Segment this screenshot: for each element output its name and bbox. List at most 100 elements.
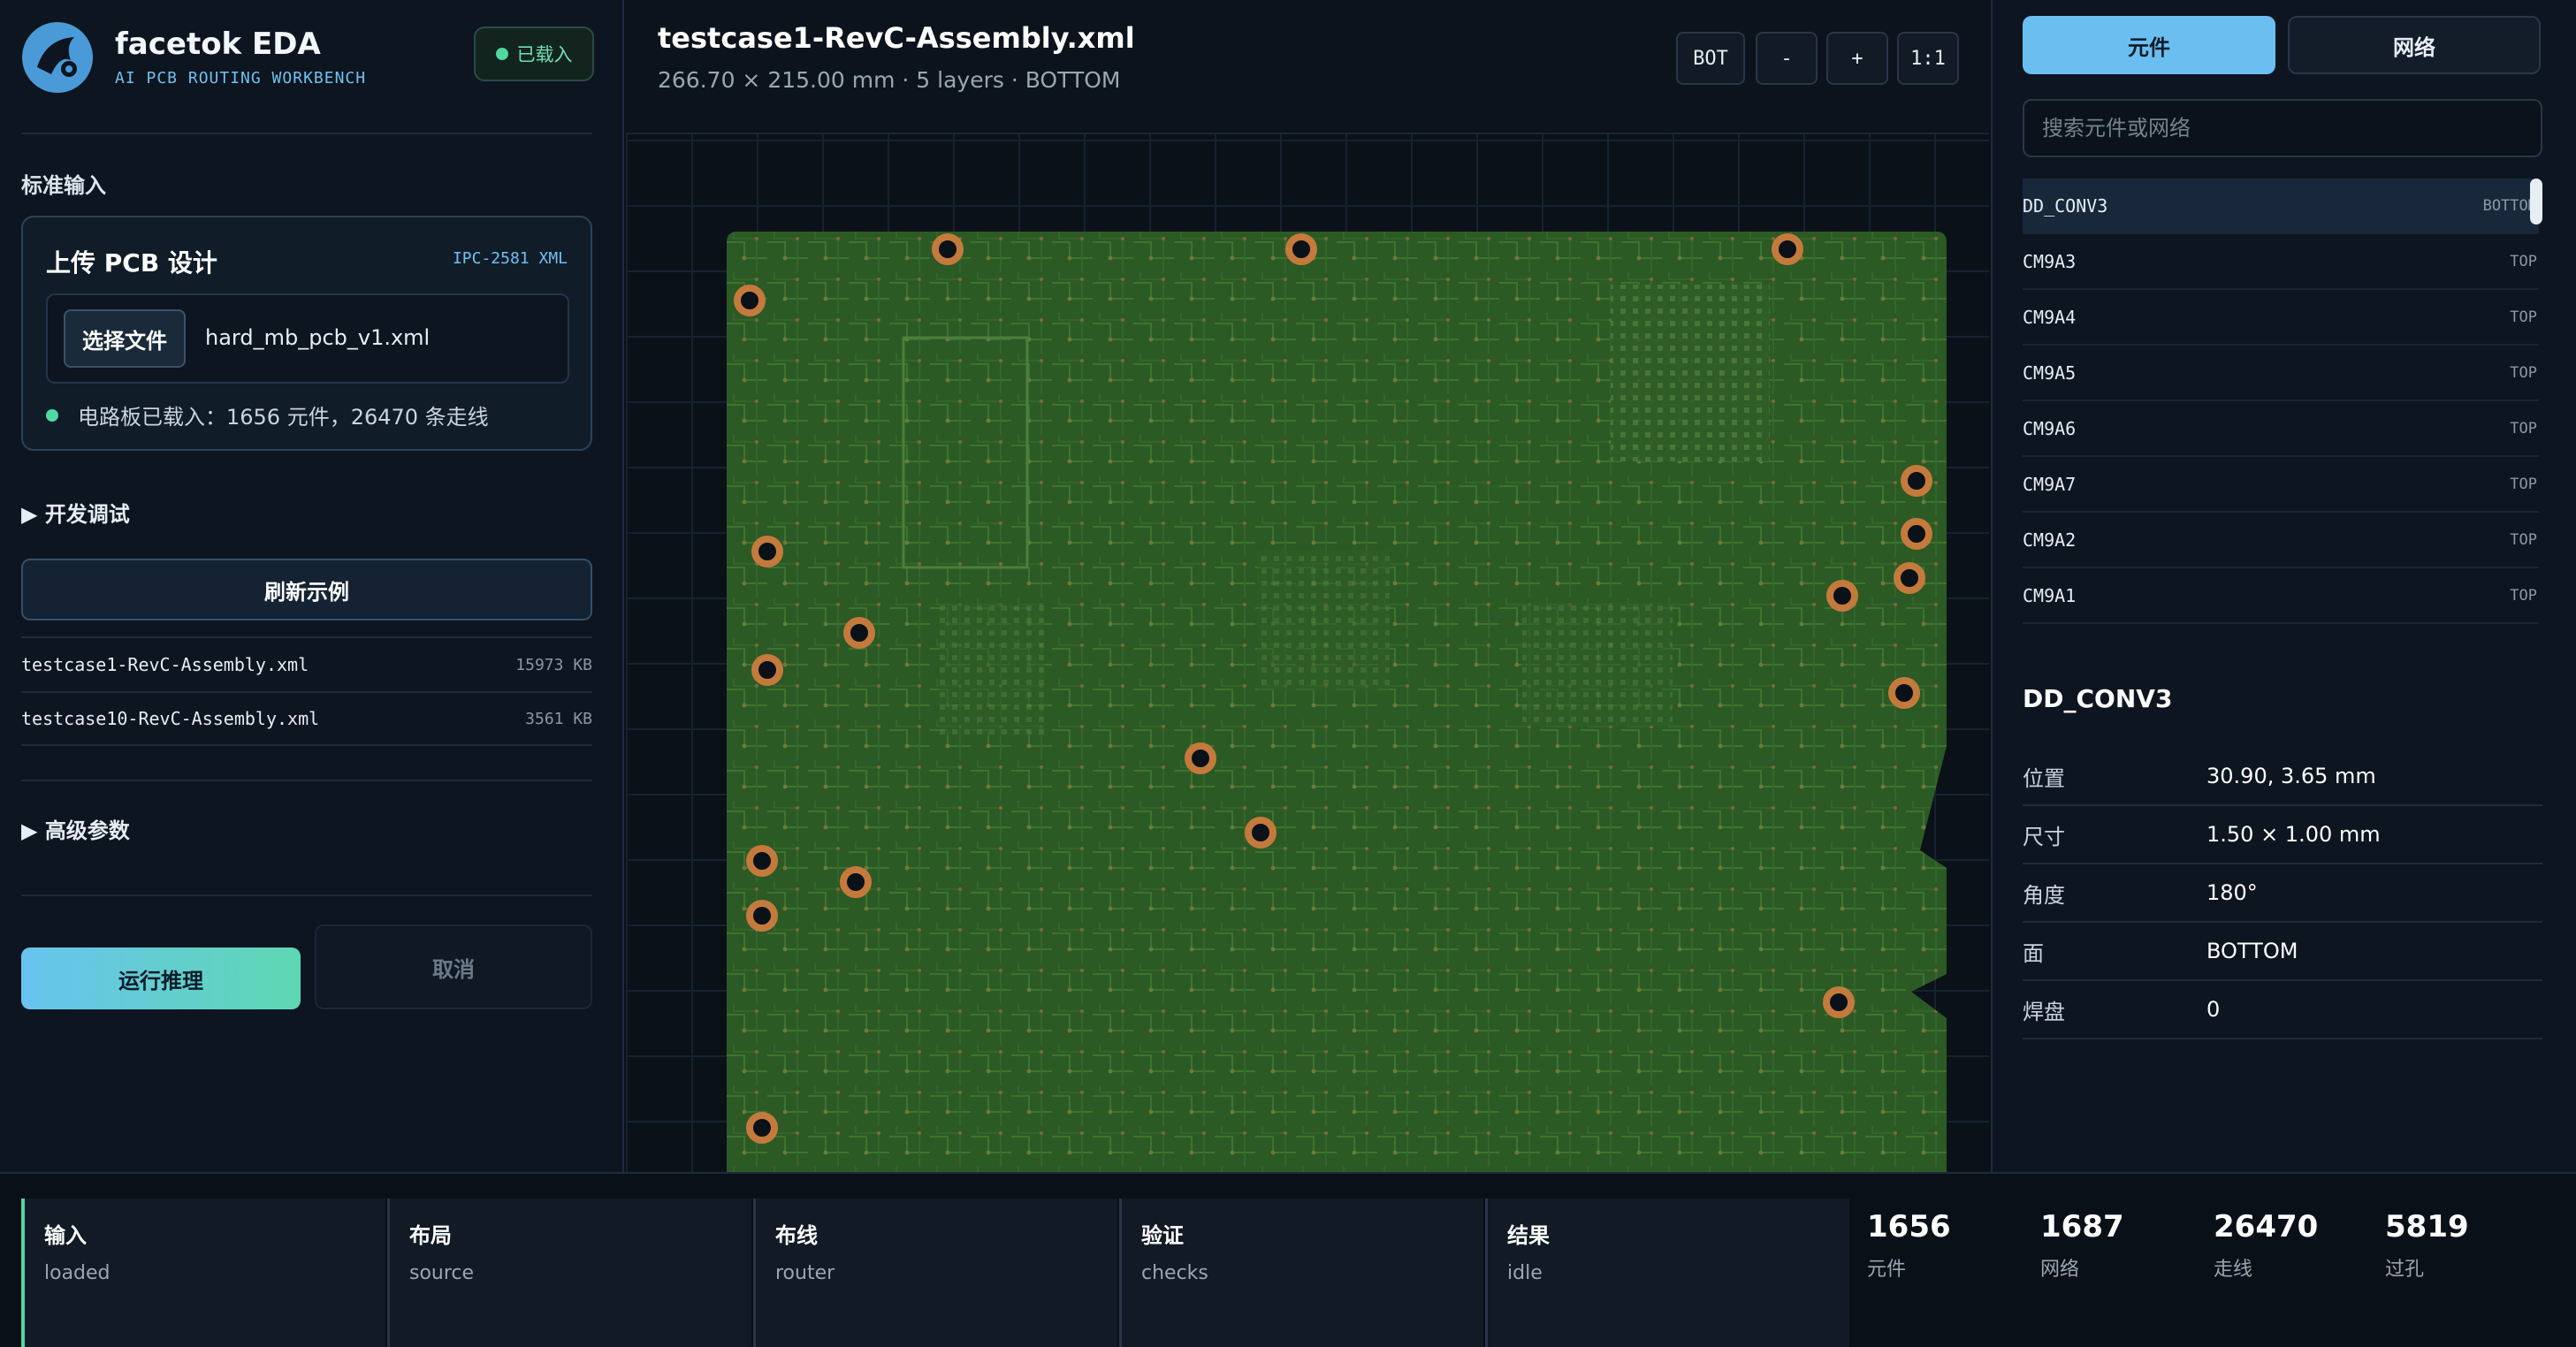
- prop-key: 焊盘: [2023, 999, 2065, 1024]
- cancel-button[interactable]: 取消: [315, 925, 592, 1009]
- plated-hole: [1245, 817, 1277, 849]
- divider: [21, 133, 592, 134]
- list-item[interactable]: CM9A7 TOP: [2023, 457, 2539, 513]
- plated-hole: [746, 1112, 778, 1144]
- component-list[interactable]: DD_CONV3 BOTTOM CM9A3 TOP CM9A4 TOP CM9A5 TO…: [2023, 179, 2539, 645]
- tab-nets[interactable]: 网络: [2288, 16, 2541, 74]
- detail-prop-row: 角度 180°: [2023, 864, 2542, 923]
- app-subtitle: AI PCB ROUTING WORKBENCH: [115, 69, 367, 88]
- refresh-examples-button[interactable]: 刷新示例: [21, 559, 592, 620]
- list-scrollbar[interactable]: [2530, 179, 2542, 224]
- list-item[interactable]: CM9A5 TOP: [2023, 346, 2539, 401]
- status-badge-label: 已载入: [516, 44, 573, 65]
- pcb-board[interactable]: [727, 232, 1947, 1213]
- plated-hole: [1823, 986, 1855, 1018]
- component-id: CM9A7: [2023, 473, 2077, 495]
- plated-hole: [751, 536, 783, 567]
- example-file-row[interactable]: testcase1-RevC-Assembly.xml 15973 KB: [21, 636, 592, 691]
- file-input[interactable]: 选择文件 hard_mb_pcb_v1.xml: [46, 293, 569, 384]
- viewer-header: testcase1-RevC-Assembly.xml 266.70 × 215…: [626, 0, 1989, 134]
- list-item[interactable]: CM9A6 TOP: [2023, 401, 2539, 457]
- plated-hole: [734, 285, 766, 316]
- detail-prop-row: 面 BOTTOM: [2023, 923, 2542, 981]
- stage-result[interactable]: 结果 idle: [1485, 1199, 1849, 1347]
- plated-hole: [932, 233, 964, 265]
- list-item[interactable]: CM9A2 TOP: [2023, 513, 2539, 568]
- plated-hole: [1901, 465, 1932, 497]
- fit-view-button[interactable]: 1:1: [1897, 32, 1959, 85]
- list-item[interactable]: CM9A1 TOP: [2023, 568, 2539, 624]
- prop-value: 0: [2206, 997, 2221, 1022]
- design-meta: 266.70 × 215.00 mm · 5 layers · BOTTOM: [658, 67, 1121, 93]
- list-item[interactable]: DD_CONV3 BOTTOM: [2023, 179, 2539, 234]
- stat-label: 网络: [2040, 1259, 2080, 1281]
- component-id: CM9A2: [2023, 529, 2077, 551]
- component-id: DD_CONV3: [2023, 194, 2108, 217]
- plated-hole: [843, 617, 875, 649]
- plated-hole: [1894, 562, 1925, 594]
- plated-hole: [840, 866, 872, 898]
- choose-file-button[interactable]: 选择文件: [64, 309, 186, 368]
- stage-status: router: [775, 1262, 835, 1284]
- pcb-viewer[interactable]: testcase1-RevC-Assembly.xml 266.70 × 215…: [626, 0, 1989, 1213]
- example-file-row[interactable]: testcase10-RevC-Assembly.xml 3561 KB: [21, 691, 592, 746]
- plated-hole: [746, 845, 778, 877]
- stage-name: 布局: [409, 1223, 452, 1248]
- design-title: testcase1-RevC-Assembly.xml: [658, 21, 1135, 55]
- stage-status: checks: [1141, 1262, 1208, 1284]
- stat-vias: 5819 过孔: [2385, 1209, 2469, 1282]
- stage-placement[interactable]: 布局 source: [387, 1199, 751, 1347]
- upload-status: 电路板已载入：1656 元件，26470 条走线: [46, 400, 489, 430]
- component-id: CM9A5: [2023, 361, 2077, 384]
- zoom-in-button[interactable]: +: [1826, 32, 1888, 85]
- detail-prop-row: 尺寸 1.50 × 1.00 mm: [2023, 806, 2542, 864]
- advanced-params-toggle[interactable]: ▶ 高级参数: [21, 813, 130, 844]
- stat-traces: 26470 走线: [2214, 1209, 2318, 1282]
- dev-debug-toggle[interactable]: ▶ 开发调试: [21, 497, 130, 528]
- status-badge: 已载入: [474, 27, 594, 81]
- plated-hole: [746, 900, 778, 932]
- stage-name: 结果: [1507, 1223, 1550, 1248]
- stage-routing[interactable]: 布线 router: [753, 1199, 1117, 1347]
- detail-prop-row: 焊盘 0: [2023, 981, 2542, 1039]
- divider: [21, 780, 592, 781]
- run-inference-button[interactable]: 运行推理: [21, 947, 301, 1009]
- stat-value: 1687: [2040, 1209, 2124, 1244]
- prop-value: 30.90, 3.65 mm: [2206, 764, 2376, 788]
- example-file-name: testcase1-RevC-Assembly.xml: [21, 654, 309, 675]
- component-id: CM9A3: [2023, 250, 2077, 272]
- search-input[interactable]: [2023, 99, 2542, 157]
- plated-hole: [1901, 518, 1932, 550]
- stage-verify[interactable]: 验证 checks: [1119, 1199, 1483, 1347]
- tab-components[interactable]: 元件: [2023, 16, 2275, 74]
- component-side: TOP: [2510, 308, 2537, 326]
- upload-card: 上传 PCB 设计 IPC-2581 XML 选择文件 hard_mb_pcb_…: [21, 216, 592, 451]
- stat-label: 元件: [1867, 1259, 1907, 1281]
- component-side: BOTTOM: [2482, 196, 2537, 215]
- plated-hole: [1185, 742, 1216, 774]
- plated-hole: [1826, 580, 1858, 612]
- stage-status: loaded: [44, 1262, 111, 1284]
- stage-name: 输入: [44, 1223, 87, 1248]
- pipeline-bar: 输入 loaded 布局 source 布线 router 验证 checks 结果 id…: [0, 1172, 2576, 1347]
- detail-prop-row: 位置 30.90, 3.65 mm: [2023, 748, 2542, 806]
- plated-hole: [1772, 233, 1803, 265]
- stage-status: idle: [1507, 1262, 1543, 1284]
- list-item[interactable]: CM9A4 TOP: [2023, 290, 2539, 346]
- prop-value: 1.50 × 1.00 mm: [2206, 822, 2381, 847]
- side-toggle-button[interactable]: BOT: [1676, 32, 1745, 85]
- example-file-name: testcase10-RevC-Assembly.xml: [21, 708, 320, 729]
- stat-label: 走线: [2214, 1259, 2253, 1281]
- zoom-out-button[interactable]: -: [1756, 32, 1818, 85]
- right-panel: 元件 网络 DD_CONV3 BOTTOM CM9A3 TOP CM9A4 TOP C…: [1991, 0, 2576, 1172]
- stage-input[interactable]: 输入 loaded: [21, 1199, 385, 1347]
- bga-footprint: [1611, 285, 1770, 461]
- list-item[interactable]: CM9A3 TOP: [2023, 234, 2539, 290]
- facetok-logo-icon: [22, 22, 93, 93]
- component-side: TOP: [2510, 363, 2537, 382]
- ic-footprint: [1257, 550, 1390, 691]
- selected-file-name: hard_mb_pcb_v1.xml: [205, 325, 431, 350]
- left-panel: facetok EDA AI PCB ROUTING WORKBENCH 已载入…: [0, 0, 624, 1172]
- plated-hole: [1285, 233, 1317, 265]
- stat-value: 5819: [2385, 1209, 2469, 1244]
